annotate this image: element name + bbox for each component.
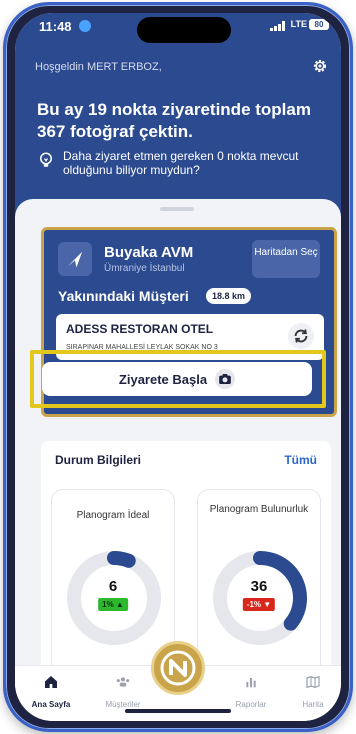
status-title: Durum Bilgileri (55, 453, 142, 467)
home-icon (45, 676, 57, 688)
tab-map[interactable]: Harita (285, 674, 341, 712)
start-visit-label: Ziyarete Başla (118, 371, 208, 387)
distance-badge: 18.8 km (206, 288, 252, 304)
home-indicator (125, 709, 231, 713)
greeting-text: Hoşgeldin MERT ERBOZ, (35, 61, 162, 73)
metric-label: Planogram İdeal (76, 510, 150, 521)
tab-home[interactable]: Ana Sayfa (23, 674, 79, 712)
tab-label: Müşteriler (105, 700, 141, 709)
tab-customers[interactable]: Müşteriler (95, 674, 151, 712)
metric-value: 36 (250, 578, 268, 595)
refresh-button[interactable] (288, 323, 314, 349)
info-text: Daha ziyaret etmen gereken 0 nokta mevcu… (63, 149, 299, 177)
navigation-arrow-icon (67, 251, 83, 268)
metric-label: Planogram Bulunurluk (209, 504, 309, 515)
metric-value: 6 (108, 578, 118, 595)
tab-label: Harita (302, 700, 324, 709)
refresh-icon (294, 329, 308, 343)
map-icon (306, 675, 320, 689)
header-section: 11:48 LTE 80 Hoşgeldin MERT ERBOZ, Bu ay… (15, 13, 341, 223)
metric-card-planogram-bulunurluk[interactable]: Planogram Bulunurluk 36 -1% ▼ (197, 489, 321, 679)
tab-label: Raporlar (235, 700, 267, 709)
nearby-customer-title: Yakınındaki Müşteri (58, 288, 189, 304)
signal-icon (270, 21, 285, 31)
start-visit-highlight: Ziyarete Başla (30, 350, 326, 408)
summary-text: Bu ay 19 nokta ziyaretinde toplam 367 fo… (37, 100, 311, 141)
info-row: Daha ziyaret etmen gereken 0 nokta mevcu… (37, 149, 327, 177)
camera-icon (215, 369, 236, 389)
see-all-link[interactable]: Tümü (284, 453, 317, 467)
drag-handle[interactable] (160, 207, 194, 211)
status-bar: 11:48 LTE 80 (15, 13, 341, 47)
tab-label: Ana Sayfa (31, 700, 71, 709)
place-location: Ümraniye İstanbul (104, 263, 185, 274)
brand-logo-icon (160, 650, 196, 686)
gear-icon[interactable] (311, 57, 329, 75)
place-name: Buyaka AVM (104, 244, 194, 261)
start-visit-button[interactable]: Ziyarete Başla (42, 362, 312, 396)
customer-name: ADESS RESTORAN OTEL (66, 322, 214, 336)
dynamic-island (137, 17, 231, 43)
network-label: LTE (290, 19, 307, 29)
center-logo-button[interactable] (151, 641, 205, 695)
metric-change-badge: -1% ▼ (242, 598, 276, 611)
tab-reports[interactable]: Raporlar (223, 674, 279, 712)
select-from-map-button[interactable]: Haritadan Seç (252, 240, 320, 278)
content-sheet: Buyaka AVM Ümraniye İstanbul Haritadan S… (15, 199, 341, 681)
location-icon (79, 20, 91, 32)
lightbulb-icon (40, 152, 52, 167)
metric-change-badge: 1% ▲ (98, 598, 128, 611)
users-icon (116, 677, 130, 687)
status-time: 11:48 (39, 19, 72, 34)
battery-icon: 80 (309, 19, 329, 30)
bar-chart-icon (246, 678, 256, 688)
navigation-button[interactable] (58, 242, 92, 276)
